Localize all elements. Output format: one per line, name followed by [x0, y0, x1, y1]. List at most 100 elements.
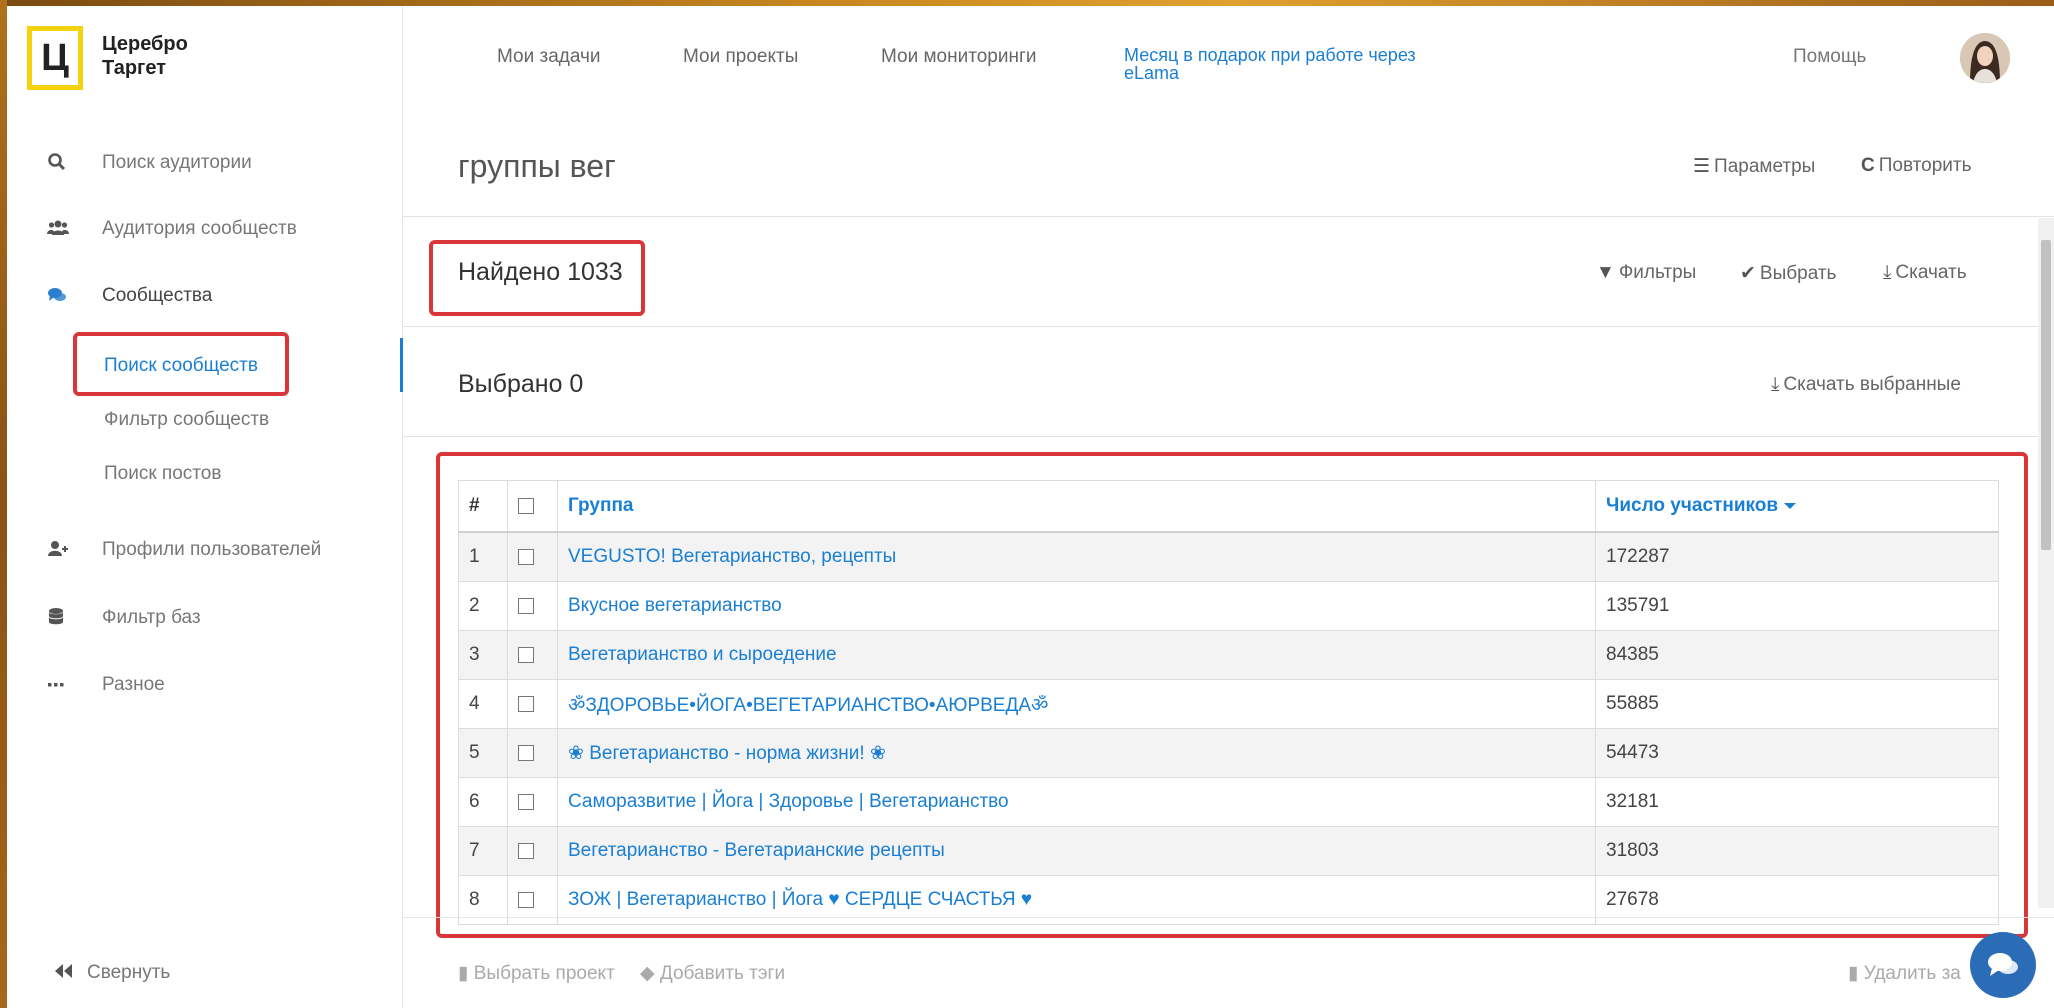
logo-area[interactable]: Ц Церебро Таргет [7, 6, 403, 110]
select-all-checkbox[interactable] [518, 497, 534, 514]
select-label: Выбрать [1759, 263, 1837, 284]
download-button[interactable]: ⤓ Скачать [1883, 262, 1967, 284]
row-checkbox[interactable] [518, 793, 534, 810]
divider [403, 216, 2054, 217]
sidebar-item-label: Профили пользователей [102, 539, 322, 560]
tags-icon: ◆ [640, 963, 655, 984]
row-checkbox-cell[interactable] [507, 679, 558, 729]
delete-task-button[interactable]: ▮ Удалить за [1848, 962, 1961, 985]
sidebar-item-misc[interactable]: Разное [7, 670, 402, 700]
members-count: 54473 [1595, 728, 1999, 778]
logo-line-2: Таргет [102, 57, 167, 79]
sidebar: Поиск аудитории Аудитория сообществ Сооб… [7, 110, 403, 1008]
logo-line-1: Церебро [102, 33, 188, 55]
sidebar-item-base-filter[interactable]: Фильтр баз [7, 603, 402, 633]
sidebar-item-communities[interactable]: Сообщества [7, 281, 402, 311]
scrollbar-thumb[interactable] [2041, 240, 2051, 550]
sidebar-item-label: Аудитория сообществ [102, 218, 297, 239]
row-checkbox[interactable] [518, 891, 534, 908]
column-header-num: # [458, 480, 508, 533]
group-link[interactable]: Вкусное вегетарианство [557, 581, 1596, 631]
footer-divider [403, 917, 2054, 918]
download-selected-button[interactable]: ⤓ Скачать выбранные [1771, 374, 1961, 396]
row-checkbox-cell[interactable] [507, 531, 558, 582]
nav-my-projects[interactable]: Мои проекты [683, 46, 798, 68]
members-count: 31803 [1595, 826, 1999, 876]
top-header: Ц Церебро Таргет Мои задачи Мои проекты … [7, 6, 2054, 111]
nav-help[interactable]: Помощь [1793, 46, 1866, 68]
add-tags-label: Добавить тэги [659, 963, 786, 984]
add-tags-button[interactable]: ◆ Добавить тэги [640, 962, 785, 985]
choose-project-button[interactable]: ▮ Выбрать проект [458, 962, 615, 985]
group-link[interactable]: Вегетарианство и сыроедение [557, 630, 1596, 680]
download-icon: ⤓ [1883, 262, 1892, 283]
row-checkbox-cell[interactable] [507, 777, 558, 827]
table-row: 3 Вегетарианство и сыроедение 84385 [458, 630, 1999, 680]
sidebar-item-label: Сообщества [102, 285, 213, 306]
download-label: Скачать [1895, 262, 1967, 283]
members-count: 172287 [1595, 531, 1999, 582]
group-link[interactable]: VEGUSTO! Вегетарианство, рецепты [557, 531, 1596, 582]
avatar[interactable] [1960, 33, 2010, 83]
found-count: Найдено 1033 [458, 258, 623, 286]
row-num: 7 [458, 826, 508, 876]
comments-icon [47, 285, 67, 305]
row-checkbox[interactable] [518, 695, 534, 712]
sidebar-item-user-profiles[interactable]: Профили пользователей [7, 535, 402, 565]
row-checkbox-cell[interactable] [507, 826, 558, 876]
main-content: группы вег ☰ Параметры C Повторить Найдено… [403, 110, 2054, 1008]
chat-button[interactable] [1970, 932, 2036, 998]
row-checkbox[interactable] [518, 597, 534, 614]
sidebar-subitem-post-search[interactable]: Поиск постов [104, 463, 221, 485]
group-link[interactable]: Саморазвитие | Йога | Здоровье | Вегетар… [557, 777, 1596, 827]
user-plus-icon [47, 539, 68, 559]
row-num: 1 [458, 531, 508, 582]
group-link[interactable]: Вегетарианство - Вегетарианские рецепты [557, 826, 1596, 876]
members-count: 55885 [1595, 679, 1999, 729]
parameters-label: Параметры [1714, 156, 1816, 177]
row-checkbox-cell[interactable] [507, 728, 558, 778]
sidebar-item-community-audience[interactable]: Аудитория сообществ [7, 214, 402, 244]
group-link[interactable]: ❀ Вегетарианство - норма жизни! ❀ [557, 728, 1596, 778]
row-checkbox[interactable] [518, 744, 534, 761]
ellipsis-icon [47, 674, 67, 694]
row-checkbox-cell[interactable] [507, 581, 558, 631]
row-checkbox[interactable] [518, 842, 534, 859]
row-checkbox[interactable] [518, 646, 534, 663]
table-header-row: # Группа Число участников [458, 480, 1999, 533]
refresh-icon: C [1861, 155, 1875, 176]
sidebar-subitem-community-search[interactable]: Поиск сообществ [104, 355, 258, 377]
nav-my-monitorings[interactable]: Мои мониторинги [881, 46, 1037, 68]
row-num: 6 [458, 777, 508, 827]
nav-promo-elama[interactable]: Месяц в подарок при работе через eLama [1124, 46, 1454, 82]
table-row: 1 VEGUSTO! Вегетарианство, рецепты 17228… [458, 531, 1999, 582]
column-header-checkbox[interactable] [507, 480, 558, 533]
filter-icon: ▼ [1596, 262, 1615, 283]
trash-icon: ▮ [1848, 963, 1859, 984]
parameters-button[interactable]: ☰ Параметры [1693, 155, 1815, 178]
sidebar-item-audience-search[interactable]: Поиск аудитории [7, 148, 402, 178]
select-button[interactable]: ✔ Выбрать [1740, 262, 1836, 285]
table-row: 5 ❀ Вегетарианство - норма жизни! ❀ 5447… [458, 728, 1999, 778]
double-chevron-left-icon [55, 962, 73, 984]
collapse-sidebar-button[interactable]: Свернуть [55, 962, 170, 984]
download-icon: ⤓ [1771, 374, 1780, 395]
sidebar-subitem-community-filter[interactable]: Фильтр сообществ [104, 409, 269, 431]
repeat-button[interactable]: C Повторить [1861, 155, 1971, 177]
column-header-group[interactable]: Группа [557, 480, 1596, 533]
database-icon [47, 607, 67, 627]
nav-my-tasks[interactable]: Мои задачи [497, 46, 601, 68]
logo-icon: Ц [27, 26, 83, 90]
group-link[interactable]: ॐЗДОРОВЬЕ•ЙОГА•ВЕГЕТАРИАНСТВО•АЮРВЕДАॐ [557, 679, 1596, 729]
divider [403, 436, 2054, 437]
row-num: 3 [458, 630, 508, 680]
chat-icon [1988, 953, 2018, 976]
row-checkbox[interactable] [518, 548, 534, 565]
row-num: 4 [458, 679, 508, 729]
filters-button[interactable]: ▼ Фильтры [1596, 262, 1696, 284]
members-count: 84385 [1595, 630, 1999, 680]
column-header-members[interactable]: Число участников [1595, 480, 1999, 533]
row-checkbox-cell[interactable] [507, 630, 558, 680]
book-icon: ▮ [458, 963, 469, 984]
sidebar-item-label: Фильтр баз [102, 607, 201, 628]
